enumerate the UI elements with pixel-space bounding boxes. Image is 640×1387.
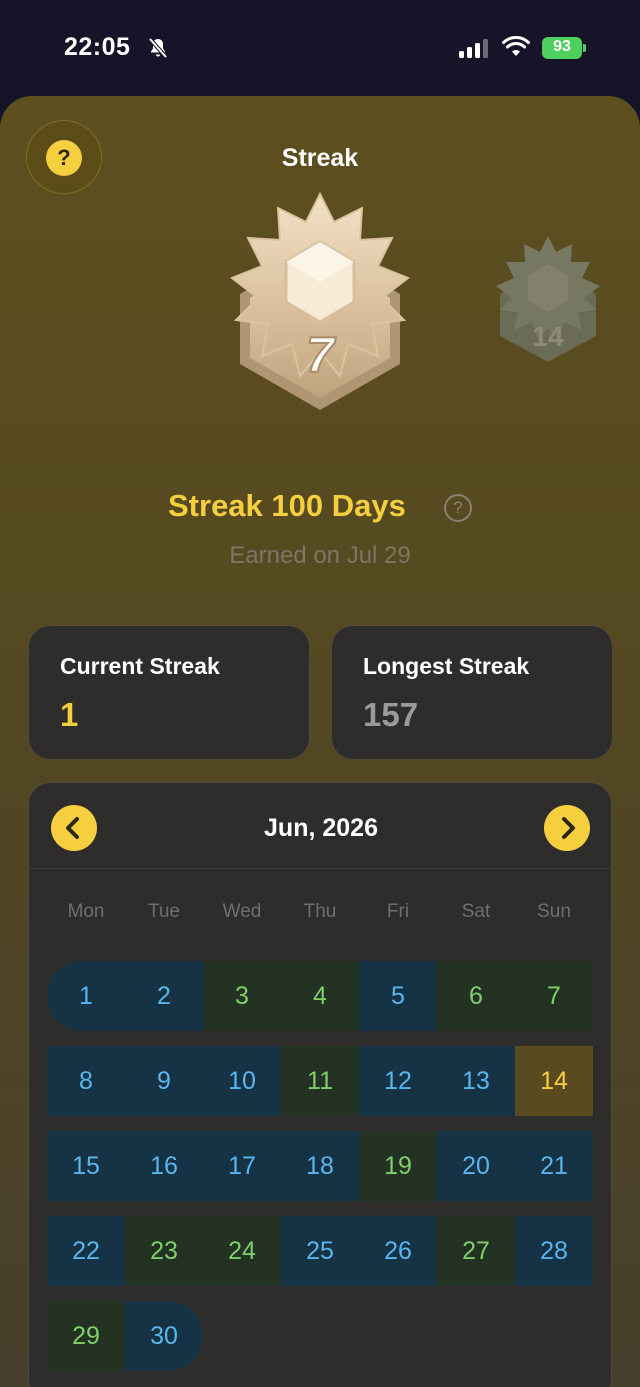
badge-number: 7	[306, 327, 336, 383]
earned-date: Earned on Jul 29	[229, 542, 411, 569]
next-badge-number: 14	[532, 321, 564, 352]
calendar-day[interactable]: 23	[125, 1216, 203, 1286]
weekday-row: Mon Tue Wed Thu Fri Sat Sun	[47, 901, 593, 925]
calendar-day[interactable]: 9	[125, 1046, 203, 1116]
current-streak-label: Current Streak	[60, 653, 220, 679]
bell-off-icon	[148, 37, 168, 59]
battery-icon: 93	[542, 37, 586, 59]
calendar-day[interactable]: 15	[47, 1131, 125, 1201]
current-streak-card: Current Streak 1	[28, 625, 310, 760]
calendar-day[interactable]: 13	[437, 1046, 515, 1116]
calendar-day[interactable]: 30	[125, 1301, 203, 1371]
current-streak-value: 1	[60, 696, 79, 733]
weekday-label: Sat	[461, 901, 491, 922]
calendar-day[interactable]: 5	[359, 961, 437, 1031]
calendar-day[interactable]: 4	[281, 961, 359, 1031]
weekday-label: Thu	[303, 901, 337, 922]
calendar-day[interactable]: 7	[515, 961, 593, 1031]
signal-icon	[459, 39, 488, 58]
weekday-label: Fri	[386, 901, 410, 922]
page-title: Streak	[281, 144, 359, 172]
calendar-day[interactable]: 12	[359, 1046, 437, 1116]
calendar-day[interactable]: 8	[47, 1046, 125, 1116]
longest-streak-value: 157	[363, 696, 419, 733]
weekday-label: Mon	[67, 901, 105, 922]
next-month-button[interactable]	[544, 805, 590, 851]
calendar-day[interactable]: 20	[437, 1131, 515, 1201]
calendar-day[interactable]: 24	[203, 1216, 281, 1286]
streak-badge-icon: 7	[229, 191, 411, 410]
wifi-icon	[502, 36, 530, 56]
battery-level: 93	[553, 38, 571, 55]
status-time: 22:05	[64, 33, 131, 61]
calendar-day[interactable]: 10	[203, 1046, 281, 1116]
calendar-day[interactable]: 29	[47, 1301, 125, 1371]
calendar-day[interactable]: 14	[515, 1046, 593, 1116]
longest-streak-card: Longest Streak 157	[331, 625, 613, 760]
calendar-day[interactable]: 25	[281, 1216, 359, 1286]
calendar-day[interactable]: 18	[281, 1131, 359, 1201]
calendar-day[interactable]: 27	[437, 1216, 515, 1286]
longest-streak-label: Longest Streak	[363, 653, 530, 679]
calendar-month: Jun, 2026	[264, 814, 378, 842]
calendar-header: Jun, 2026	[29, 783, 611, 869]
calendar-day[interactable]: 22	[47, 1216, 125, 1286]
streak-sheet: ? Streak 7 14 Streak 100 Days ? Earned o…	[0, 96, 640, 1387]
weekday-label: Wed	[222, 901, 262, 922]
chevron-right-icon	[562, 817, 575, 839]
calendar-day[interactable]: 3	[203, 961, 281, 1031]
calendar-day[interactable]: 19	[359, 1131, 437, 1201]
weekday-label: Sun	[537, 901, 571, 922]
calendar-day[interactable]: 11	[281, 1046, 359, 1116]
next-badge-icon: 14	[496, 236, 600, 362]
calendar-day[interactable]: 28	[515, 1216, 593, 1286]
calendar-day[interactable]: 2	[125, 961, 203, 1031]
calendar-day[interactable]: 17	[203, 1131, 281, 1201]
calendar-day[interactable]: 16	[125, 1131, 203, 1201]
status-bar: 22:05 93	[0, 0, 640, 96]
weekday-label: Tue	[147, 901, 181, 922]
badge-name: Streak 100 Days	[168, 488, 406, 523]
calendar-day[interactable]: 21	[515, 1131, 593, 1201]
calendar-day[interactable]: 26	[359, 1216, 437, 1286]
calendar-day[interactable]: 6	[437, 961, 515, 1031]
calendar-day[interactable]: 1	[47, 961, 125, 1031]
info-icon[interactable]: ?	[444, 494, 472, 522]
streak-calendar: Jun, 2026 Mon Tue Wed Thu Fri Sat Sun 12345678…	[28, 782, 612, 1387]
